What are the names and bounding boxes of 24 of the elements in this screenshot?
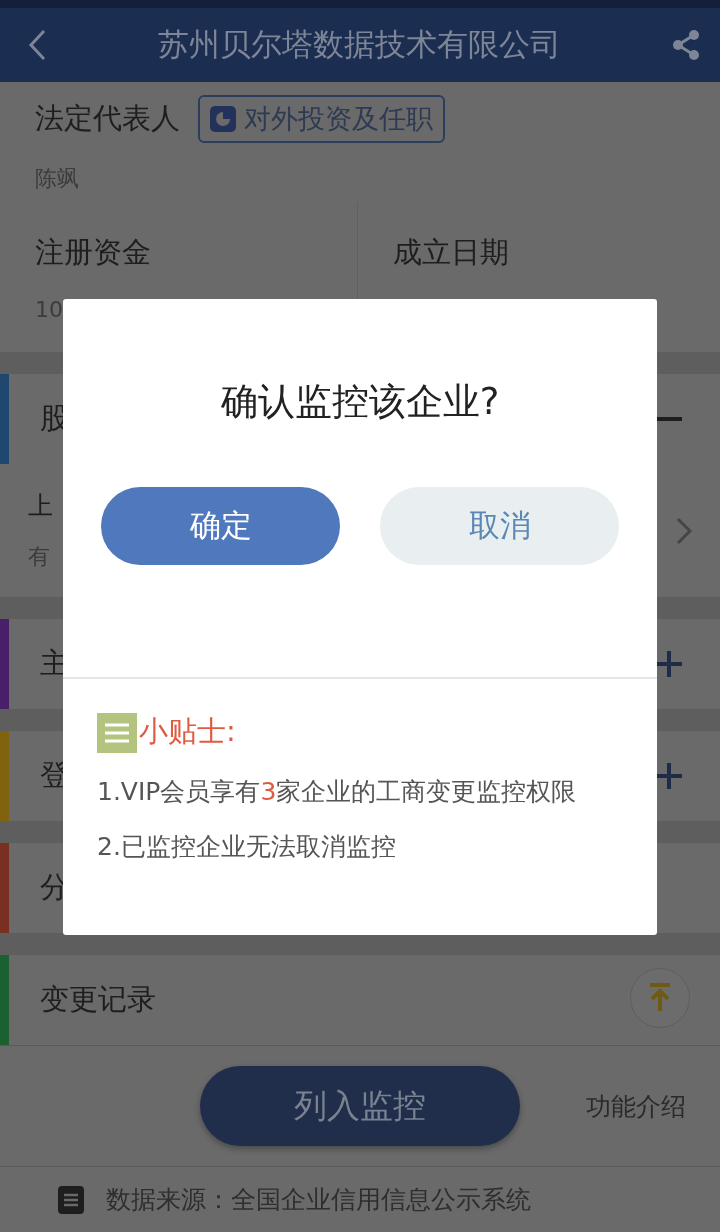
intro-link[interactable]: 功能介绍: [586, 1089, 686, 1123]
legal-rep-label: 法定代表人: [35, 100, 180, 137]
investment-button[interactable]: 对外投资及任职: [198, 95, 445, 143]
stat-label: 成立日期: [393, 233, 510, 271]
dialog-title: 确认监控该企业?: [219, 379, 501, 425]
data-source-text: 数据来源：全国企业信用信息公示系统: [106, 1184, 531, 1216]
plus-icon[interactable]: [656, 651, 682, 677]
arrow-up-icon: [648, 983, 672, 1013]
share-icon[interactable]: [672, 30, 700, 60]
cancel-button[interactable]: 取消: [380, 487, 619, 565]
plus-icon[interactable]: [656, 763, 682, 789]
notepad-icon: [97, 711, 137, 753]
document-icon: [58, 1185, 84, 1214]
monitor-button[interactable]: 列入监控: [200, 1066, 520, 1146]
confirm-button[interactable]: 确定: [101, 487, 340, 565]
stat-label: 注册资金: [35, 233, 152, 271]
tips-title: 小贴士:: [139, 713, 236, 750]
minus-icon[interactable]: [656, 417, 682, 421]
back-icon[interactable]: [28, 29, 46, 61]
pie-chart-icon: [210, 106, 236, 132]
tip-text: 2.已监控企业无法取消监控: [96, 831, 397, 863]
tip-text: 1.VIP会员享有3家企业的工商变更监控权限: [96, 776, 578, 808]
entry-name: 上: [28, 490, 53, 522]
company-title: 苏州贝尔塔数据技术有限公司: [157, 25, 561, 64]
